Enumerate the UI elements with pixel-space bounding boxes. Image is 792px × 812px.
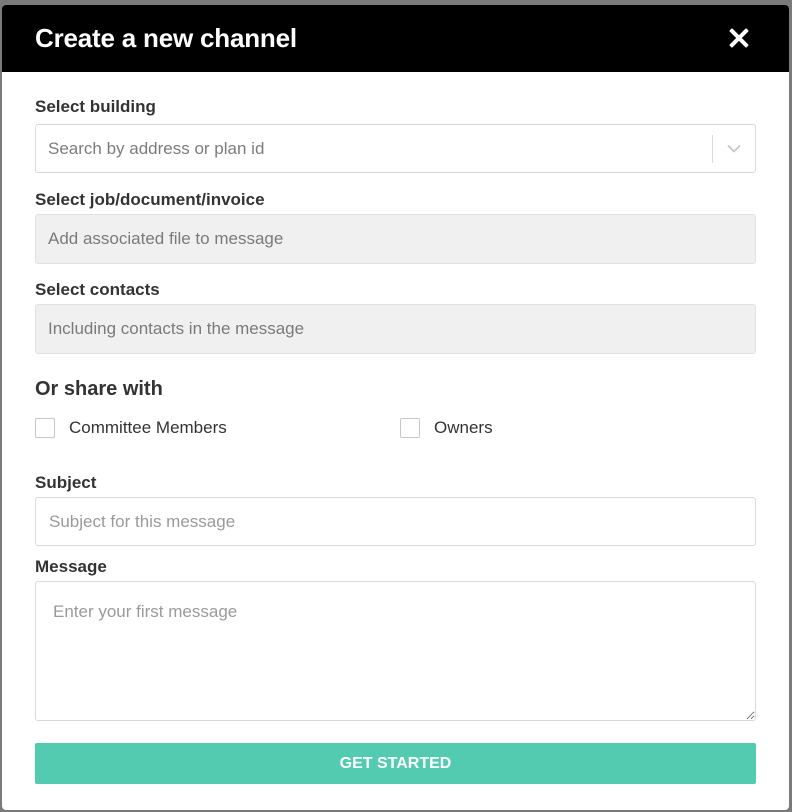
share-option-owners[interactable]: Owners (400, 418, 493, 438)
select-job-placeholder: Add associated file to message (48, 229, 284, 248)
share-option-committee[interactable]: Committee Members (35, 418, 400, 438)
close-icon[interactable] (726, 26, 752, 52)
select-contacts-placeholder: Including contacts in the message (48, 319, 305, 338)
select-contacts-label: Select contacts (35, 280, 160, 299)
committee-label: Committee Members (69, 418, 227, 437)
share-with-heading: Or share with (35, 378, 163, 400)
modal-body: Select building Search by address or pla… (2, 97, 789, 784)
subject-input[interactable] (35, 497, 756, 546)
select-building-label: Select building (35, 97, 156, 116)
create-channel-modal: Create a new channel Select building Sea… (2, 5, 789, 810)
get-started-button[interactable]: GET STARTED (35, 743, 756, 784)
owners-checkbox[interactable] (400, 418, 420, 438)
share-options: Committee Members Owners (35, 417, 756, 439)
select-building-placeholder: Search by address or plan id (48, 138, 265, 158)
committee-checkbox[interactable] (35, 418, 55, 438)
select-job-label: Select job/document/invoice (35, 190, 265, 209)
subject-label: Subject (35, 473, 97, 492)
select-contacts-field[interactable]: Including contacts in the message (35, 304, 756, 354)
owners-label: Owners (434, 418, 493, 437)
message-textarea[interactable] (35, 581, 756, 721)
chevron-down-icon[interactable] (713, 125, 755, 172)
select-building-dropdown[interactable]: Search by address or plan id (35, 124, 756, 173)
message-label: Message (35, 557, 107, 576)
modal-title: Create a new channel (35, 23, 297, 53)
modal-header: Create a new channel (2, 5, 789, 72)
select-job-field[interactable]: Add associated file to message (35, 214, 756, 264)
